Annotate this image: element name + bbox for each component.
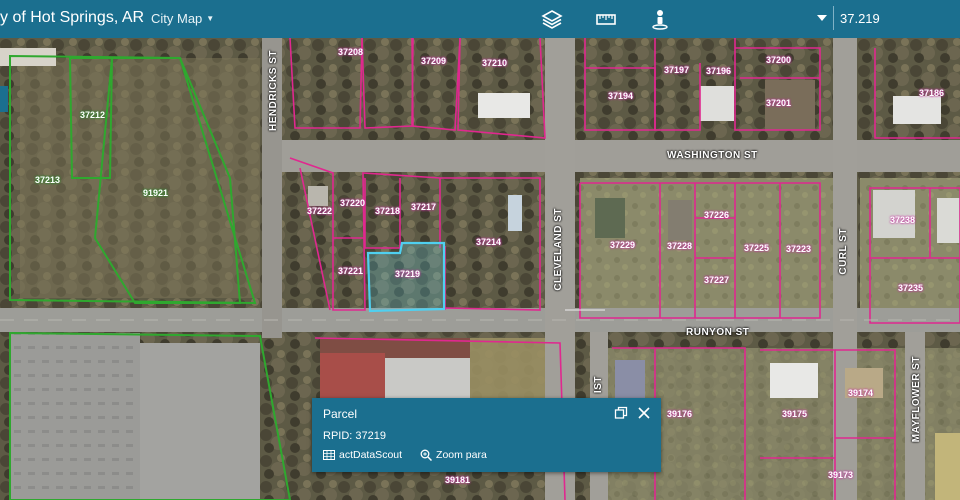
road-label-mayflower: MAYFLOWER ST — [911, 356, 922, 443]
parcel-label: 37222 — [307, 206, 333, 216]
parcel-label: 37221 — [338, 266, 364, 276]
parcel-label: 37225 — [744, 243, 770, 253]
zoom-to-label: Zoom para — [436, 449, 487, 461]
parcel-label: 39176 — [667, 409, 693, 419]
parcel-label: 37235 — [898, 283, 924, 293]
side-panel-tab[interactable] — [0, 86, 8, 112]
parcel-label: 37229 — [610, 240, 636, 250]
parcel-label: 37217 — [411, 202, 437, 212]
road-label-cleveland: CLEVELAND ST — [553, 208, 564, 291]
parcel-label: 37197 — [664, 65, 690, 75]
parcel-label: 37213 — [35, 175, 61, 185]
street-view-icon[interactable] — [649, 8, 671, 30]
parcel-label: 39174 — [848, 388, 874, 398]
parcel-label: 37228 — [667, 241, 693, 251]
parcel-label: 37196 — [706, 66, 732, 76]
search-box — [833, 6, 960, 30]
maximize-icon[interactable] — [614, 406, 628, 420]
zoom-to-action[interactable]: Zoom para — [420, 449, 487, 461]
chevron-down-icon: ▼ — [206, 14, 215, 23]
parcel-label: 37194 — [608, 91, 634, 101]
popup-title: Parcel — [323, 407, 358, 421]
app-title: y of Hot Springs, AR — [0, 9, 145, 26]
parcel-label: 37212 — [80, 110, 106, 120]
parcel-label: 37208 — [338, 47, 364, 57]
search-options-icon[interactable] — [816, 12, 828, 24]
popup-actions: actDataScout Zoom para — [323, 449, 487, 461]
map-menu-label: City Map — [151, 11, 203, 26]
parcel-label: 39173 — [828, 470, 854, 480]
parcel-popup: Parcel RPID: 37219 actDataScout Zoom par… — [312, 398, 661, 472]
road-label-washington: WASHINGTON ST — [667, 150, 758, 161]
road-label-hendricks: HENDRICKS ST — [268, 50, 279, 132]
parcel-label: 37220 — [340, 198, 366, 208]
parcel-label: 37223 — [786, 244, 812, 254]
table-icon — [323, 450, 335, 460]
parcel-label: 37226 — [704, 210, 730, 220]
measure-icon[interactable] — [595, 8, 617, 30]
parcel-label-selected: 37219 — [395, 269, 421, 279]
data-scout-action[interactable]: actDataScout — [323, 449, 402, 461]
road-label-runyon: RUNYON ST — [686, 327, 750, 338]
road-label-curl: CURL ST — [838, 228, 849, 275]
popup-content: RPID: 37219 — [323, 430, 386, 442]
data-scout-label: actDataScout — [339, 449, 403, 461]
parcel-label: 39175 — [782, 409, 808, 419]
parcel-label: 91921 — [143, 188, 169, 198]
zoom-icon — [420, 449, 433, 461]
search-input[interactable] — [834, 6, 960, 30]
top-bar: y of Hot Springs, AR City Map ▼ — [0, 0, 960, 38]
parcel-label: 37238 — [890, 215, 916, 225]
parcel-label: 37209 — [421, 56, 447, 66]
map-menu-dropdown[interactable]: City Map ▼ — [151, 11, 214, 26]
parcel-label: 37201 — [766, 98, 792, 108]
map-app: y of Hot Springs, AR City Map ▼ 37.219 H… — [0, 0, 960, 500]
road-label-ist: IST — [593, 376, 604, 394]
parcel-label: 37186 — [919, 88, 945, 98]
parcel-label: 37214 — [476, 237, 502, 247]
parcel-label: 39181 — [445, 475, 471, 485]
layers-icon[interactable] — [541, 8, 563, 30]
parcel-label: 37210 — [482, 58, 508, 68]
close-icon[interactable] — [637, 406, 651, 420]
parcel-label: 37227 — [704, 275, 730, 285]
parcel-label: 37200 — [766, 55, 792, 65]
parcel-label: 37218 — [375, 206, 401, 216]
